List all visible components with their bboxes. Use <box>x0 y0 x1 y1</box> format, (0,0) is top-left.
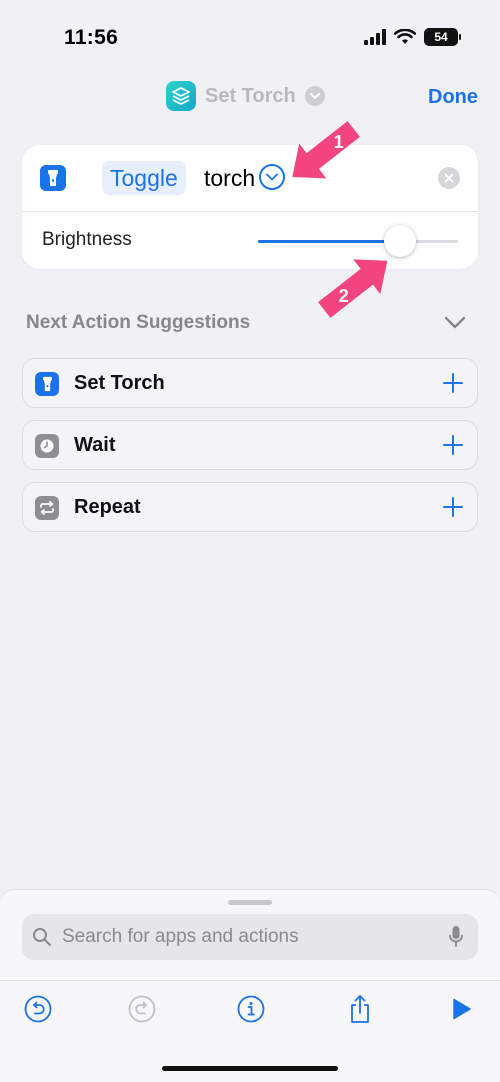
clock-icon <box>35 434 59 458</box>
shortcut-title-menu[interactable]: Set Torch <box>166 81 325 111</box>
status-time: 11:56 <box>64 26 119 49</box>
battery-level: 54 <box>434 30 448 44</box>
status-icons: 54 <box>364 28 461 46</box>
suggestion-label: Wait <box>74 434 116 456</box>
info-icon <box>237 995 265 1023</box>
suggestion-row-set-torch[interactable]: Set Torch <box>22 358 478 408</box>
shortcuts-app-icon <box>166 81 196 111</box>
chevron-down-icon[interactable] <box>444 316 466 330</box>
brightness-slider-fill <box>258 240 400 243</box>
flashlight-icon <box>40 165 66 191</box>
search-input[interactable]: Search for apps and actions <box>22 914 478 960</box>
home-indicator <box>162 1066 338 1071</box>
info-button[interactable] <box>236 994 266 1024</box>
callout-arrow-2: 2 <box>318 259 388 318</box>
close-icon <box>444 173 454 183</box>
remove-action-button[interactable] <box>438 167 460 189</box>
battery-indicator: 54 <box>424 28 461 46</box>
flashlight-icon <box>35 372 59 396</box>
repeat-icon <box>35 496 59 520</box>
add-icon[interactable] <box>441 371 465 395</box>
suggestion-label: Repeat <box>74 496 141 518</box>
sheet-grabber[interactable] <box>228 900 272 905</box>
wifi-icon <box>394 29 416 44</box>
search-icon <box>33 928 52 947</box>
action-search-sheet: Search for apps and actions <box>0 890 500 1082</box>
redo-button[interactable] <box>127 994 157 1024</box>
add-icon[interactable] <box>441 433 465 457</box>
brightness-label: Brightness <box>42 229 132 250</box>
page-title: Set Torch <box>205 84 296 107</box>
divider <box>22 211 478 212</box>
undo-button[interactable] <box>23 994 53 1024</box>
play-icon <box>453 998 471 1020</box>
add-icon[interactable] <box>441 495 465 519</box>
share-button[interactable] <box>345 994 375 1024</box>
undo-icon <box>24 995 52 1023</box>
suggestion-label: Set Torch <box>74 372 165 394</box>
cellular-signal-icon <box>364 29 386 45</box>
suggestions-header: Next Action Suggestions <box>26 312 251 333</box>
microphone-icon[interactable] <box>448 925 464 949</box>
chevron-down-icon <box>304 86 325 106</box>
run-button[interactable] <box>446 994 476 1024</box>
done-button[interactable]: Done <box>428 86 478 109</box>
redo-icon <box>128 995 156 1023</box>
callout-number-1: 1 <box>334 132 344 152</box>
suggestion-row-wait[interactable]: Wait <box>22 420 478 470</box>
status-bar: 11:56 54 <box>0 0 500 70</box>
search-placeholder: Search for apps and actions <box>62 926 299 947</box>
set-torch-action-card: Toggle torch Brightness <box>22 145 478 269</box>
callout-number-2: 2 <box>339 286 349 306</box>
brightness-slider[interactable] <box>258 225 458 257</box>
callout-arrow-1: 1 <box>292 121 360 179</box>
share-icon <box>351 995 369 1023</box>
torch-mode-token[interactable]: Toggle <box>102 161 186 195</box>
nav-bar: Set Torch Done <box>0 70 500 126</box>
divider <box>0 980 500 981</box>
torch-parameter-label: torch <box>204 165 256 191</box>
suggestion-row-repeat[interactable]: Repeat <box>22 482 478 532</box>
